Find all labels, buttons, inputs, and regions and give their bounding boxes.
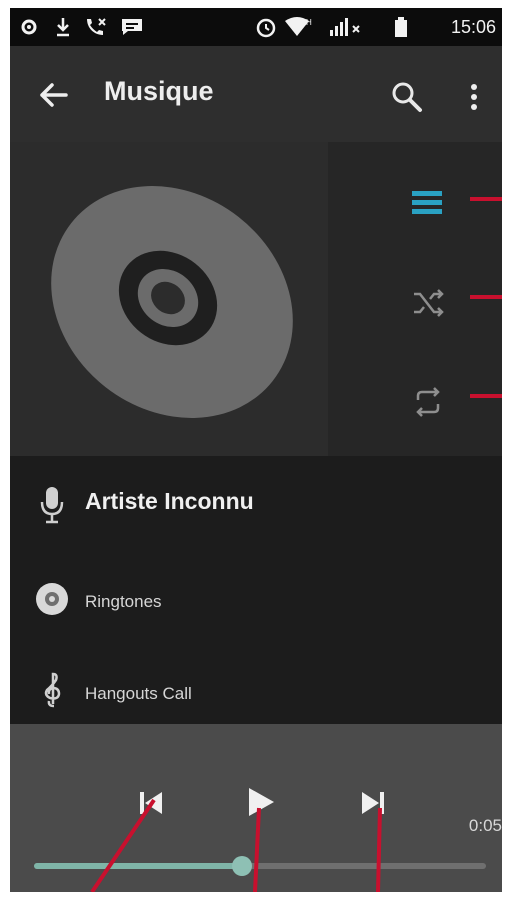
missed-call-icon xyxy=(87,18,106,35)
page-title: Musique xyxy=(104,76,214,106)
shuffle-icon[interactable] xyxy=(412,288,444,318)
microphone-icon xyxy=(40,487,64,524)
wifi-icon: H xyxy=(285,17,312,36)
more-vert-icon[interactable] xyxy=(468,82,480,112)
elapsed-time: 0:05 xyxy=(468,816,502,835)
player-bar: 0:05 xyxy=(10,724,502,892)
list-item-label: Hangouts Call xyxy=(85,684,192,703)
queue-list-icon[interactable] xyxy=(410,188,444,218)
treble-clef-icon xyxy=(44,672,61,708)
list-item-label: Ringtones xyxy=(85,592,162,611)
alarm-icon xyxy=(256,18,276,38)
repeat-icon[interactable] xyxy=(412,386,444,418)
artist-name: Artiste Inconnu xyxy=(85,488,254,514)
progress-thumb[interactable] xyxy=(231,856,252,876)
artist-row[interactable]: Artiste Inconnu xyxy=(10,456,502,552)
status-bar: H 15:06 xyxy=(10,8,502,46)
song-list: Artiste Inconnu Ringtones Hangouts Call xyxy=(10,456,502,724)
battery-icon xyxy=(395,17,407,37)
list-item[interactable]: Hangouts Call xyxy=(10,640,502,728)
album-art xyxy=(10,142,328,456)
progress-fill xyxy=(34,863,242,869)
app-bar: Musique xyxy=(10,46,502,142)
settings-icon xyxy=(21,19,37,35)
play-icon[interactable] xyxy=(246,786,276,818)
next-icon[interactable] xyxy=(360,790,386,816)
back-arrow-icon[interactable] xyxy=(38,82,68,108)
disc-icon xyxy=(51,186,293,418)
message-icon xyxy=(122,19,142,35)
disc-small-icon xyxy=(36,583,68,615)
progress-bar[interactable] xyxy=(34,856,486,876)
phone-screen: H 15:06 Musique Artiste Inconnu Ringtone… xyxy=(10,8,502,892)
side-controls xyxy=(328,142,502,456)
status-time: 15:06 xyxy=(450,17,496,37)
signal-icon xyxy=(330,18,360,36)
list-item[interactable]: Ringtones xyxy=(10,552,502,640)
download-icon xyxy=(57,18,69,37)
search-icon[interactable] xyxy=(390,80,424,114)
svg-text:H: H xyxy=(306,18,312,27)
previous-icon[interactable] xyxy=(138,790,164,816)
